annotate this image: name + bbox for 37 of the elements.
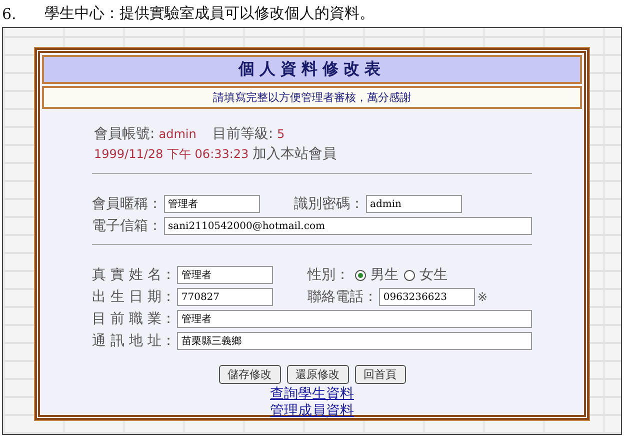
level-value: 5 <box>277 127 285 141</box>
input-field[interactable]: 管理者 <box>177 266 274 284</box>
field-label: 電子信箱： <box>92 217 162 235</box>
radio-button[interactable] <box>404 270 416 280</box>
radio-label[interactable]: 男生 <box>370 266 398 284</box>
field-label: 聯絡電話： <box>307 288 378 306</box>
radio-button[interactable] <box>355 270 366 280</box>
field-label: 性別： <box>307 266 350 284</box>
nav-link[interactable]: 查詢學生資料 <box>270 386 354 403</box>
field-label: 通 訊 地 址： <box>92 332 176 350</box>
field-label: 會員暱稱： <box>92 195 162 213</box>
caption-text: 學生中心：提供實驗室成員可以修改個人的資料。 <box>44 4 374 23</box>
input-field[interactable]: sani2110542000@hotmail.com <box>164 217 532 235</box>
join-date: 1999/11/28 下午 06:33:23 <box>94 146 249 163</box>
input-field[interactable]: 管理者 <box>177 310 532 328</box>
nav-link[interactable]: 管理成員資料 <box>270 403 354 420</box>
form-button[interactable]: 儲存修改 <box>218 365 280 384</box>
join-label: 加入本站會員 <box>252 145 337 163</box>
input-field[interactable]: 770827 <box>177 288 274 306</box>
form-title: 個人資料修改表 <box>42 55 582 84</box>
input-field[interactable]: 管理者 <box>164 195 260 213</box>
required-mark: ※ <box>477 290 488 304</box>
field-label: 目 前 職 業： <box>92 310 176 328</box>
caption-number: 6. <box>2 4 16 22</box>
level-label: 目前等級: <box>212 125 274 143</box>
form-button[interactable]: 回首頁 <box>354 365 406 384</box>
field-label: 出 生 日 期： <box>92 288 176 306</box>
field-label: 真 實 姓 名： <box>92 266 176 284</box>
field-label: 識別密碼： <box>294 195 364 213</box>
form-button[interactable]: 還原修改 <box>286 365 348 384</box>
input-field[interactable]: 0963236623 <box>379 288 476 306</box>
input-field[interactable]: admin <box>366 195 462 213</box>
radio-label[interactable]: 女生 <box>419 266 448 284</box>
form-subtitle: 請填寫完整以方便管理者審核，萬分感謝 <box>42 86 582 109</box>
account-label: 會員帳號: <box>94 125 155 143</box>
input-field[interactable]: 苗栗縣三義鄉 <box>177 332 532 350</box>
account-value: admin <box>158 127 196 141</box>
